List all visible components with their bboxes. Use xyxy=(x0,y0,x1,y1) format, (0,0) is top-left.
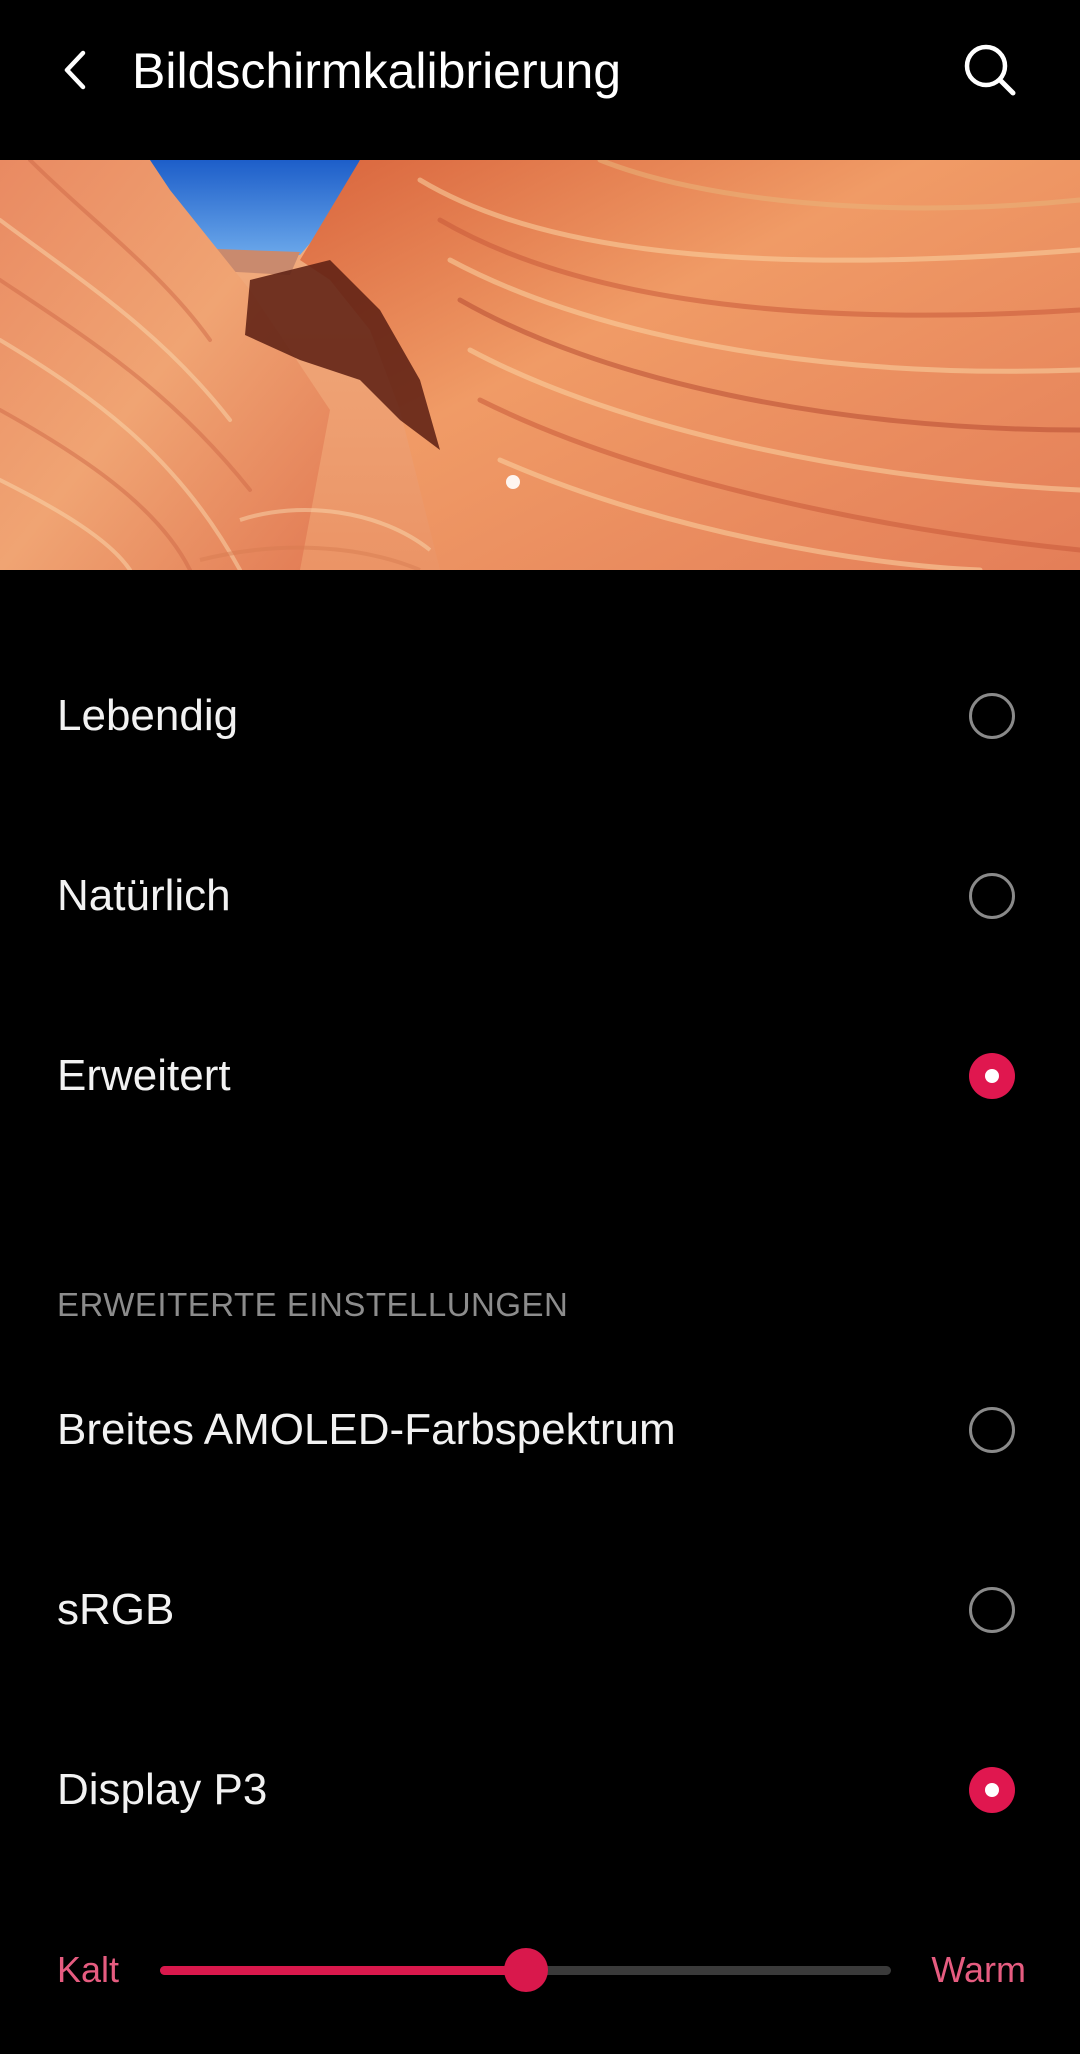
color-temperature-slider-row: Kalt Warm xyxy=(0,1930,1080,2010)
advanced-option-amoled[interactable]: Breites AMOLED-Farbspektrum xyxy=(0,1355,1080,1505)
option-label: Display P3 xyxy=(57,1765,268,1814)
page-title: Bildschirmkalibrierung xyxy=(132,43,622,99)
option-label: Erweitert xyxy=(57,1051,231,1100)
slider-fill xyxy=(160,1966,526,1975)
radio-button[interactable] xyxy=(969,1587,1015,1633)
slider-max-label: Warm xyxy=(931,1949,1026,1990)
carousel-page-indicator xyxy=(506,475,520,489)
radio-button[interactable] xyxy=(969,1407,1015,1453)
mode-option-erweitert[interactable]: Erweitert xyxy=(0,1001,1080,1151)
search-icon xyxy=(964,44,1016,96)
radio-button-selected[interactable] xyxy=(969,1767,1015,1813)
back-button[interactable] xyxy=(40,30,110,110)
sandstone-wave-image xyxy=(0,160,1080,570)
section-header-advanced: ERWEITERTE EINSTELLUNGEN xyxy=(57,1286,569,1323)
slider-thumb[interactable] xyxy=(503,1948,548,1992)
option-label: Breites AMOLED-Farbspektrum xyxy=(57,1405,676,1454)
mode-option-natuerlich[interactable]: Natürlich xyxy=(0,821,1080,971)
mode-option-lebendig[interactable]: Lebendig xyxy=(0,641,1080,791)
chevron-left-icon xyxy=(64,50,86,90)
search-button[interactable] xyxy=(950,30,1030,110)
radio-button-selected[interactable] xyxy=(969,1053,1015,1099)
slider-min-label: Kalt xyxy=(57,1949,120,1990)
radio-button[interactable] xyxy=(969,693,1015,739)
option-label: sRGB xyxy=(57,1585,175,1634)
radio-button[interactable] xyxy=(969,873,1015,919)
advanced-option-srgb[interactable]: sRGB xyxy=(0,1535,1080,1685)
option-label: Natürlich xyxy=(57,871,231,920)
advanced-option-display-p3[interactable]: Display P3 xyxy=(0,1715,1080,1865)
app-bar: Bildschirmkalibrierung xyxy=(0,0,1080,160)
preview-image-carousel[interactable] xyxy=(0,160,1080,570)
color-temperature-slider[interactable] xyxy=(160,1948,891,1992)
option-label: Lebendig xyxy=(57,691,239,740)
